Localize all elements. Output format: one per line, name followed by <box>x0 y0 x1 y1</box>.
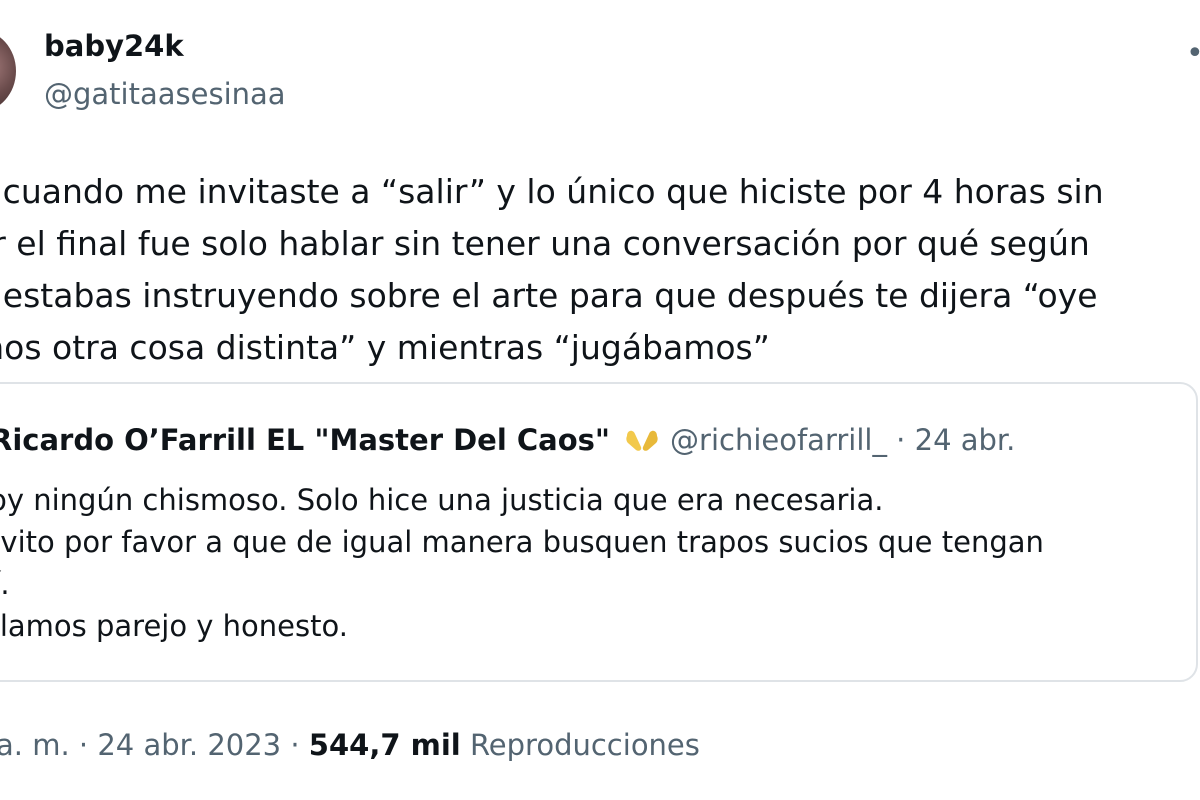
views-label: Reproducciones <box>469 728 700 762</box>
quoted-handle-date[interactable]: @richieofarrill_ · 24 abr. <box>670 423 1015 457</box>
tweet-text-line: e estabas instruyendo sobre el arte para… <box>0 276 1098 315</box>
quoted-text-line: ní. <box>0 567 10 601</box>
tweet: baby24k @gatitaasesinaa • o cuando me in… <box>0 0 1200 800</box>
quoted-tweet-text: soy ningún chismoso. Solo hice una justi… <box>0 479 1194 647</box>
tweet-text: o cuando me invitaste a “salir” y lo úni… <box>0 166 1200 374</box>
tweet-timestamp[interactable]: a. m. · 24 abr. 2023 · <box>0 728 300 762</box>
tweet-text-line: ar el final fue solo hablar sin tener un… <box>0 224 1090 263</box>
quoted-tweet-header: Ricardo O’Farrill EL "Master Del Caos" @… <box>0 422 1015 458</box>
tweet-footer: a. m. · 24 abr. 2023 · 544,7 mil Reprodu… <box>0 725 700 765</box>
tweet-text-line: mos otra cosa distinta” y mientras “jugá… <box>0 328 770 367</box>
tweet-text-line: o cuando me invitaste a “salir” y lo úni… <box>0 172 1104 211</box>
quoted-text-line: soy ningún chismoso. Solo hice una justi… <box>0 483 884 517</box>
avatar[interactable] <box>0 30 16 112</box>
quoted-author-name[interactable]: Ricardo O’Farrill EL "Master Del Caos" <box>0 423 610 457</box>
yellow-hands-icon <box>624 425 660 451</box>
handle[interactable]: @gatitaasesinaa <box>44 76 286 112</box>
views-count: 544,7 mil <box>308 728 461 762</box>
quoted-text-line: invito por favor a que de igual manera b… <box>0 525 1044 559</box>
quoted-tweet-card[interactable]: Ricardo O’Farrill EL "Master Del Caos" @… <box>0 382 1198 682</box>
more-horizontal-icon[interactable]: • <box>1186 34 1200 74</box>
quoted-text-line: jalamos parejo y honesto. <box>0 609 348 643</box>
display-name[interactable]: baby24k <box>44 28 184 64</box>
